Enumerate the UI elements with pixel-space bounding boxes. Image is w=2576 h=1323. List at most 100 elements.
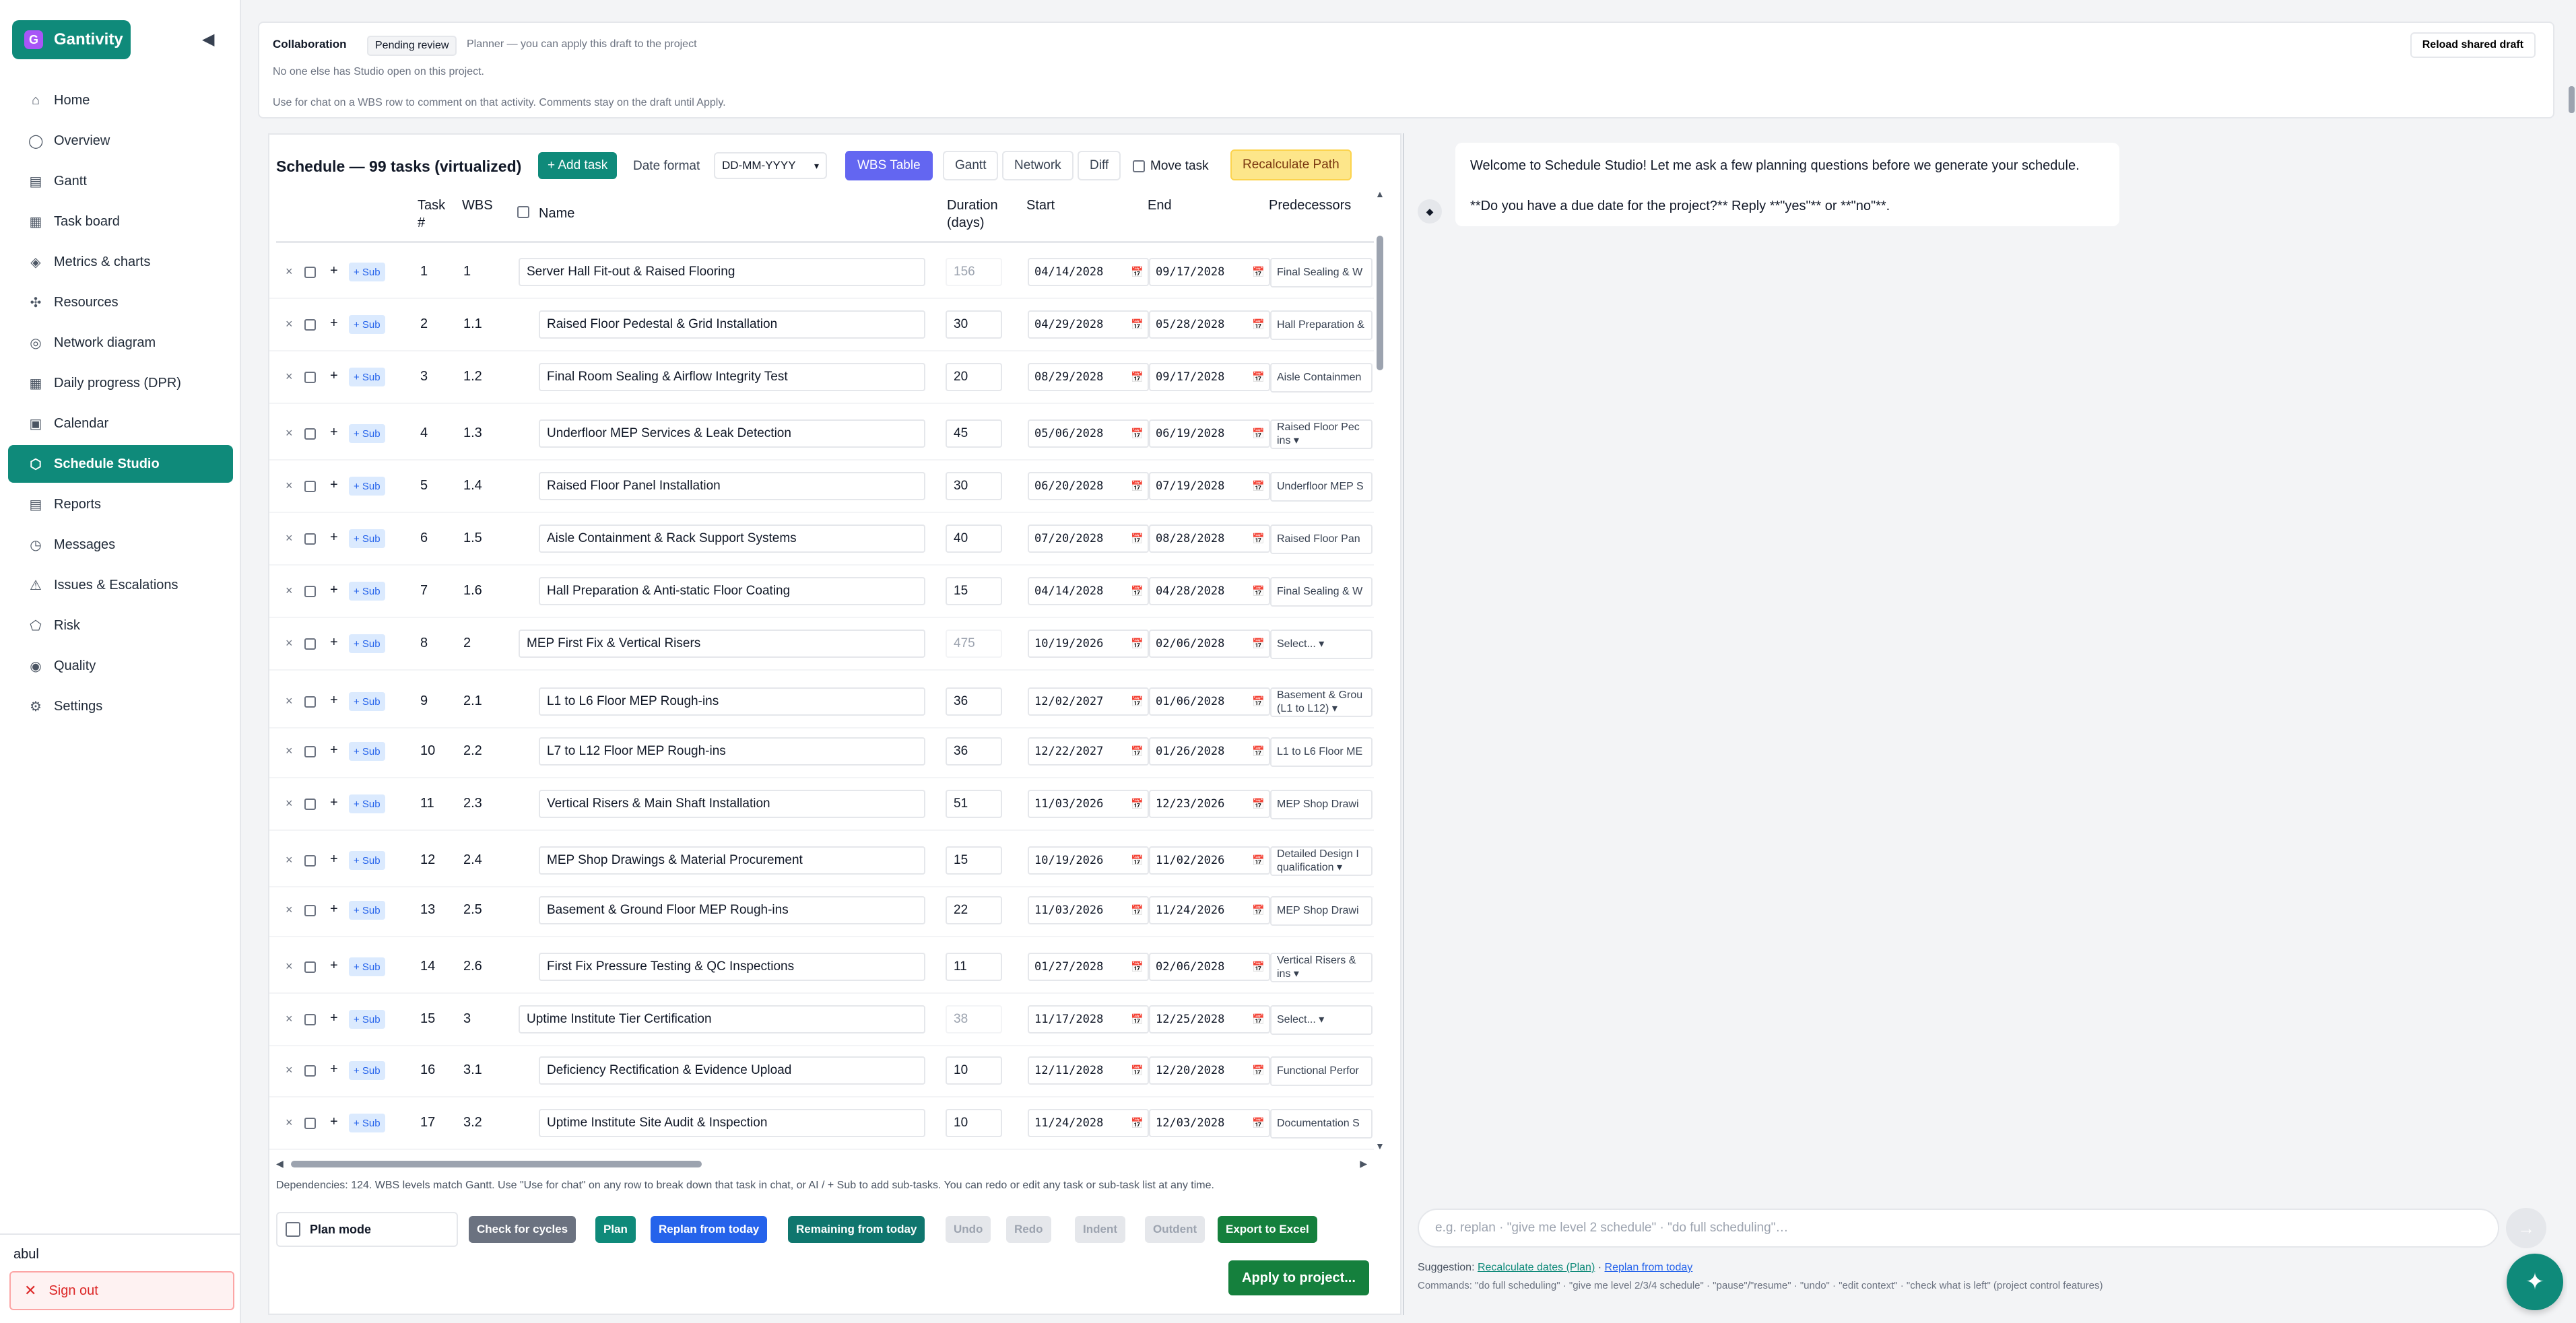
add-row-icon[interactable]: + [330, 530, 338, 545]
calendar-icon[interactable]: 📅 [1131, 1117, 1144, 1129]
sidebar-item-messages[interactable]: ◷ Messages [8, 526, 233, 564]
sidebar-item-gantt[interactable]: ▤ Gantt [8, 162, 233, 200]
suggestion-replan-link[interactable]: Replan from today [1605, 1262, 1693, 1273]
calendar-icon[interactable]: 📅 [1252, 745, 1265, 757]
tab-gantt[interactable]: Gantt [943, 151, 999, 180]
table-row[interactable]: × + + Sub 12 2.4 MEP Shop Drawings & Material… [269, 835, 1374, 887]
calendar-icon[interactable]: 📅 [1131, 904, 1144, 916]
select-all-checkbox[interactable] [517, 206, 529, 218]
duration-input[interactable]: 36 [946, 687, 1002, 716]
start-date-input[interactable]: 11/03/2026 📅 [1028, 896, 1149, 924]
suggestion-recalculate-link[interactable]: Recalculate dates (Plan) [1478, 1262, 1595, 1273]
add-row-icon[interactable]: + [330, 635, 338, 650]
end-date-input[interactable]: 12/03/2028 📅 [1149, 1109, 1270, 1137]
end-date-input[interactable]: 09/17/2028 📅 [1149, 363, 1270, 391]
add-subtask-button[interactable]: + Sub [349, 368, 385, 386]
add-subtask-button[interactable]: + Sub [349, 957, 385, 976]
table-row[interactable]: × + + Sub 16 3.1 Deficiency Rectification & E… [269, 1045, 1374, 1097]
reload-shared-draft-button[interactable]: Reload shared draft [2410, 32, 2536, 58]
plan-mode-checkbox[interactable] [286, 1222, 300, 1237]
scroll-up-icon[interactable]: ▲ [1375, 189, 1385, 199]
calendar-icon[interactable]: 📅 [1131, 533, 1144, 545]
delete-row-icon[interactable]: × [286, 265, 293, 279]
add-row-icon[interactable]: + [330, 1011, 338, 1026]
sidebar-item-settings[interactable]: ⚙ Settings [8, 687, 233, 725]
add-row-icon[interactable]: + [330, 316, 338, 331]
sidebar-item-network-diagram[interactable]: ◎ Network diagram [8, 324, 233, 362]
task-name-input[interactable]: MEP First Fix & Vertical Risers [519, 630, 925, 658]
add-subtask-button[interactable]: + Sub [349, 901, 385, 920]
date-format-select[interactable]: DD-MM-YYYY ▾ [714, 152, 827, 179]
check-cycles-button[interactable]: Check for cycles [469, 1216, 576, 1243]
add-row-icon[interactable]: + [330, 852, 338, 867]
predecessors-select[interactable]: Hall Preparation & [1270, 310, 1373, 340]
start-date-input[interactable]: 04/29/2028 📅 [1028, 310, 1149, 339]
duration-input[interactable]: 15 [946, 577, 1002, 605]
row-checkbox[interactable] [304, 1014, 316, 1025]
end-date-input[interactable]: 09/17/2028 📅 [1149, 258, 1270, 286]
start-date-input[interactable]: 08/29/2028 📅 [1028, 363, 1149, 391]
add-task-button[interactable]: + Add task [538, 152, 618, 179]
calendar-icon[interactable]: 📅 [1131, 745, 1144, 757]
predecessors-select[interactable]: L1 to L6 Floor ME [1270, 737, 1373, 767]
row-checkbox[interactable] [304, 855, 316, 867]
calendar-icon[interactable]: 📅 [1252, 1013, 1265, 1025]
add-row-icon[interactable]: + [330, 795, 338, 811]
delete-row-icon[interactable]: × [286, 903, 293, 917]
row-checkbox[interactable] [304, 267, 316, 278]
add-subtask-button[interactable]: + Sub [349, 263, 385, 281]
table-row[interactable]: × + + Sub 3 1.2 Final Room Sealing & Airflow … [269, 351, 1374, 404]
duration-input[interactable]: 15 [946, 846, 1002, 875]
add-subtask-button[interactable]: + Sub [349, 851, 385, 870]
start-date-input[interactable]: 10/19/2026 📅 [1028, 846, 1149, 875]
row-checkbox[interactable] [304, 481, 316, 492]
calendar-icon[interactable]: 📅 [1131, 1064, 1144, 1077]
predecessors-select[interactable]: MEP Shop Drawi [1270, 896, 1373, 926]
calendar-icon[interactable]: 📅 [1252, 904, 1265, 916]
apply-to-project-button[interactable]: Apply to project... [1228, 1260, 1369, 1295]
end-date-input[interactable]: 02/06/2028 📅 [1149, 953, 1270, 981]
predecessors-select[interactable]: Raised Floor Pec ins ▾ [1270, 419, 1373, 449]
page-scrollbar[interactable] [2567, 0, 2576, 1323]
calendar-icon[interactable]: 📅 [1131, 1013, 1144, 1025]
end-date-input[interactable]: 01/26/2028 📅 [1149, 737, 1270, 766]
scrollbar-thumb[interactable] [1377, 236, 1383, 370]
add-subtask-button[interactable]: + Sub [349, 582, 385, 601]
add-row-icon[interactable]: + [330, 1062, 338, 1077]
task-name-input[interactable]: Final Room Sealing & Airflow Integrity T… [539, 363, 925, 391]
row-checkbox[interactable] [304, 372, 316, 383]
row-checkbox[interactable] [304, 799, 316, 810]
task-name-input[interactable]: Uptime Institute Tier Certification [519, 1005, 925, 1033]
add-row-icon[interactable]: + [330, 582, 338, 598]
calendar-icon[interactable]: 📅 [1252, 638, 1265, 650]
scroll-down-icon[interactable]: ▼ [1375, 1141, 1385, 1151]
calendar-icon[interactable]: 📅 [1252, 1064, 1265, 1077]
predecessors-select[interactable]: Documentation S [1270, 1109, 1373, 1139]
calendar-icon[interactable]: 📅 [1252, 533, 1265, 545]
start-date-input[interactable]: 12/02/2027 📅 [1028, 687, 1149, 716]
task-name-input[interactable]: MEP Shop Drawings & Material Procurement [539, 846, 925, 875]
calendar-icon[interactable]: 📅 [1131, 266, 1144, 278]
horizontal-scrollbar[interactable]: ◀ ▶ [276, 1158, 1367, 1170]
end-date-input[interactable]: 04/28/2028 📅 [1149, 577, 1270, 605]
predecessors-select[interactable]: Detailed Design I qualification ▾ [1270, 846, 1373, 876]
duration-input[interactable]: 30 [946, 472, 1002, 500]
scroll-right-icon[interactable]: ▶ [1360, 1158, 1367, 1169]
add-subtask-button[interactable]: + Sub [349, 794, 385, 813]
table-row[interactable]: × + + Sub 17 3.2 Uptime Institute Site Audit … [269, 1097, 1374, 1150]
delete-row-icon[interactable]: × [286, 636, 293, 650]
calendar-icon[interactable]: 📅 [1252, 585, 1265, 597]
undo-button[interactable]: Undo [946, 1216, 991, 1243]
calendar-icon[interactable]: 📅 [1131, 798, 1144, 810]
add-row-icon[interactable]: + [330, 693, 338, 708]
add-subtask-button[interactable]: + Sub [349, 692, 385, 711]
brand-logo[interactable]: G Gantivity [12, 20, 131, 59]
delete-row-icon[interactable]: × [286, 426, 293, 440]
delete-row-icon[interactable]: × [286, 584, 293, 598]
duration-input[interactable]: 10 [946, 1109, 1002, 1137]
add-subtask-button[interactable]: + Sub [349, 529, 385, 548]
calendar-icon[interactable]: 📅 [1252, 1117, 1265, 1129]
delete-row-icon[interactable]: × [286, 744, 293, 758]
end-date-input[interactable]: 11/02/2026 📅 [1149, 846, 1270, 875]
predecessors-select[interactable]: Aisle Containmen [1270, 363, 1373, 393]
